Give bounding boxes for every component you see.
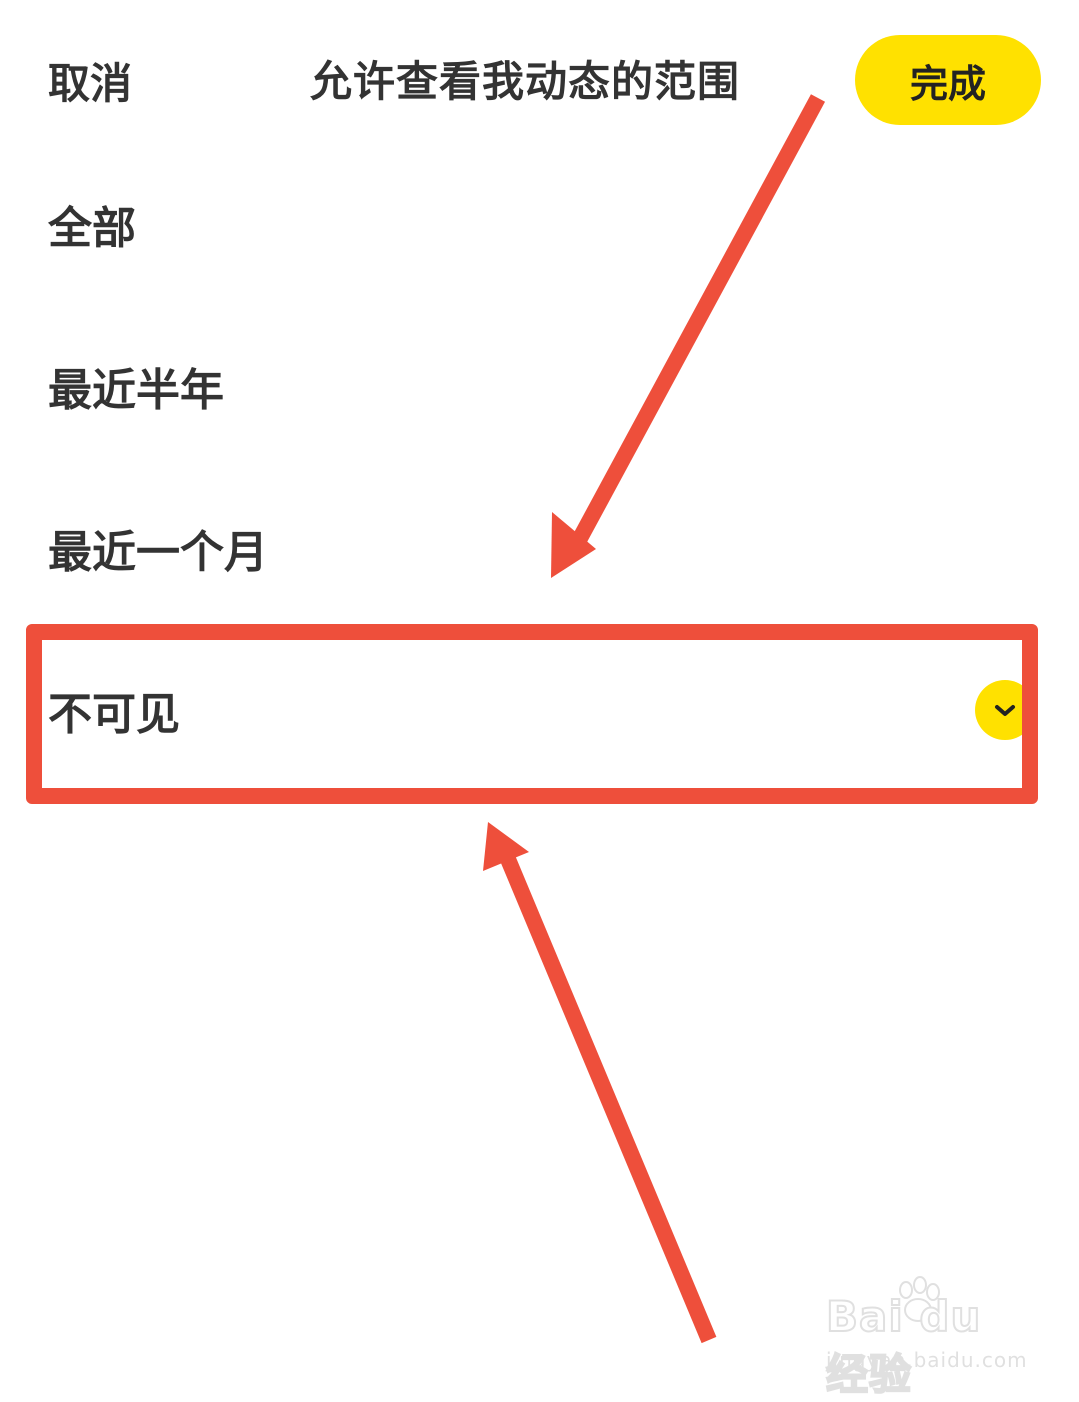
- checkmark-icon: [975, 680, 1035, 740]
- option-label: 最近半年: [48, 365, 224, 416]
- option-last-month[interactable]: 最近一个月: [0, 494, 1079, 594]
- annotation-arrow-bottom: [497, 848, 717, 1344]
- annotation-arrow-top: [570, 94, 826, 546]
- cancel-button[interactable]: 取消: [48, 50, 132, 111]
- baidu-jingyan-watermark: Bai du 经验 jingyan.baidu.com: [825, 1276, 1028, 1400]
- option-label: 全部: [48, 203, 136, 254]
- option-label: 最近一个月: [48, 527, 268, 578]
- watermark-brand: Bai du 经验: [825, 1291, 982, 1400]
- option-last-half-year[interactable]: 最近半年: [0, 332, 1079, 432]
- watermark-url: jingyan.baidu.com: [826, 1348, 1028, 1372]
- done-button[interactable]: 完成: [855, 35, 1041, 125]
- option-label: 不可见: [48, 689, 180, 740]
- option-all[interactable]: 全部: [0, 170, 1079, 270]
- page-title: 允许查看我动态的范围: [310, 57, 741, 106]
- option-invisible[interactable]: 不可见: [0, 656, 1079, 756]
- annotation-arrowhead-bottom: [483, 822, 529, 871]
- top-bar: 取消 允许查看我动态的范围 完成: [0, 0, 1079, 160]
